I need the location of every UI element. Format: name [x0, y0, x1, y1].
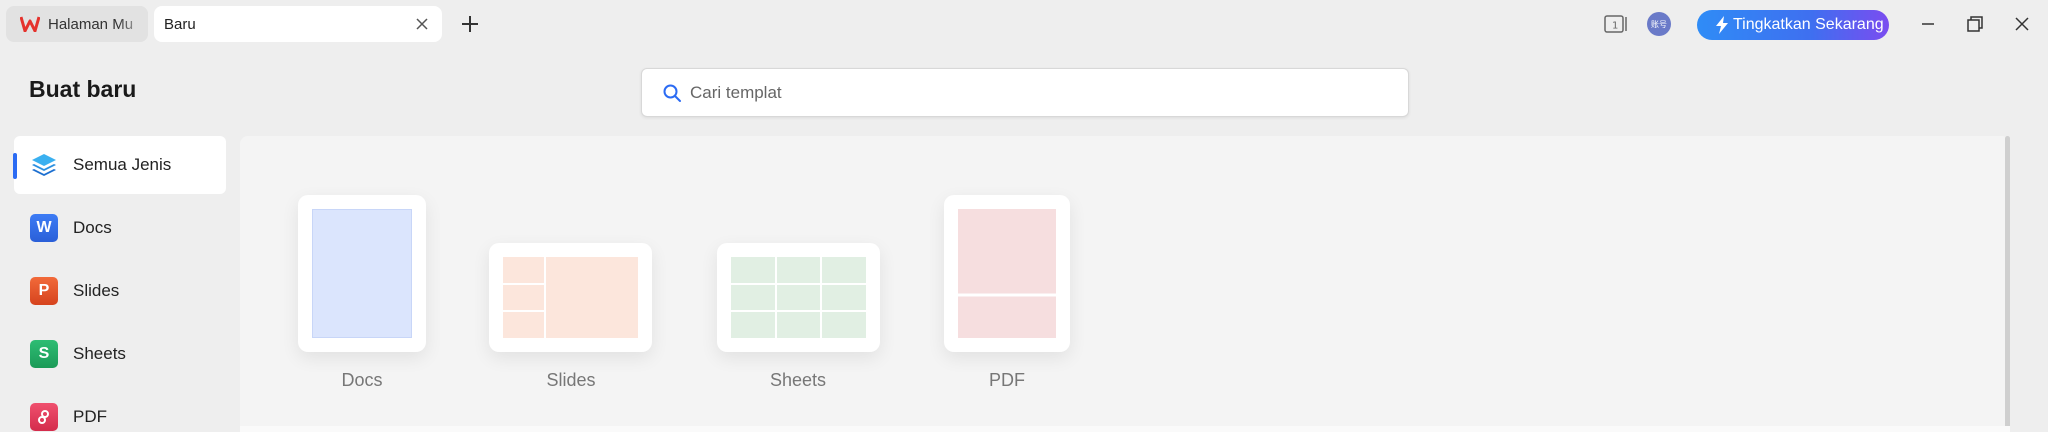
sheets-app-icon: S	[30, 340, 58, 368]
tab-new-label: Baru	[164, 15, 196, 33]
close-window-icon[interactable]	[2010, 12, 2034, 36]
new-tab-plus-icon[interactable]	[458, 12, 482, 36]
panel-toggle-icon[interactable]: 1	[1604, 14, 1630, 34]
nav-item-all-types[interactable]: Semua Jenis	[13, 136, 226, 194]
upgrade-button[interactable]: Tingkatkan Sekarang	[1697, 10, 1889, 40]
wps-logo-icon	[20, 16, 40, 32]
title-bar: Halaman Mu Baru 1 账号 Tingkatkan Sekarang	[0, 0, 2048, 48]
template-label: Docs	[341, 370, 383, 390]
nav-item-slides[interactable]: P Slides	[14, 262, 226, 320]
tab-home[interactable]: Halaman Mu	[6, 6, 148, 42]
close-icon[interactable]	[412, 14, 432, 34]
page-title: Buat baru	[29, 76, 137, 102]
nav-item-label: Sheets	[73, 344, 126, 363]
search-bar[interactable]	[641, 68, 1409, 117]
svg-text:1: 1	[1612, 21, 1618, 32]
restore-icon[interactable]	[1963, 12, 1987, 36]
layers-icon	[32, 154, 56, 176]
nav-item-label: Slides	[73, 281, 120, 300]
tab-new[interactable]: Baru	[154, 6, 442, 42]
nav-item-label: Semua Jenis	[73, 155, 172, 174]
template-label: PDF	[989, 370, 1025, 390]
lightning-icon	[1716, 16, 1728, 34]
search-input[interactable]	[690, 79, 1390, 107]
avatar[interactable]: 账号	[1647, 12, 1671, 36]
sheets-thumbnail	[731, 257, 866, 338]
pdf-app-icon	[30, 403, 58, 431]
template-label: Sheets	[769, 370, 827, 390]
type-nav: Semua Jenis W Docs P Slides S Sheets PDF	[13, 136, 226, 432]
upgrade-label: Tingkatkan Sekarang	[1733, 16, 1884, 33]
nav-item-sheets[interactable]: S Sheets	[14, 325, 226, 383]
search-icon	[663, 84, 681, 102]
slides-app-icon: P	[30, 277, 58, 305]
pdf-thumbnail	[958, 209, 1056, 338]
slides-thumbnail	[503, 257, 638, 338]
template-label: Slides	[546, 370, 596, 390]
docs-thumbnail	[312, 209, 412, 338]
docs-app-icon: W	[30, 214, 58, 242]
scrollbar[interactable]	[2005, 136, 2010, 432]
minimize-icon[interactable]	[1916, 12, 1940, 36]
nav-item-docs[interactable]: W Docs	[14, 199, 226, 257]
nav-item-pdf[interactable]: PDF	[14, 388, 226, 432]
nav-item-label: Docs	[73, 218, 112, 237]
nav-item-label: PDF	[73, 407, 107, 426]
